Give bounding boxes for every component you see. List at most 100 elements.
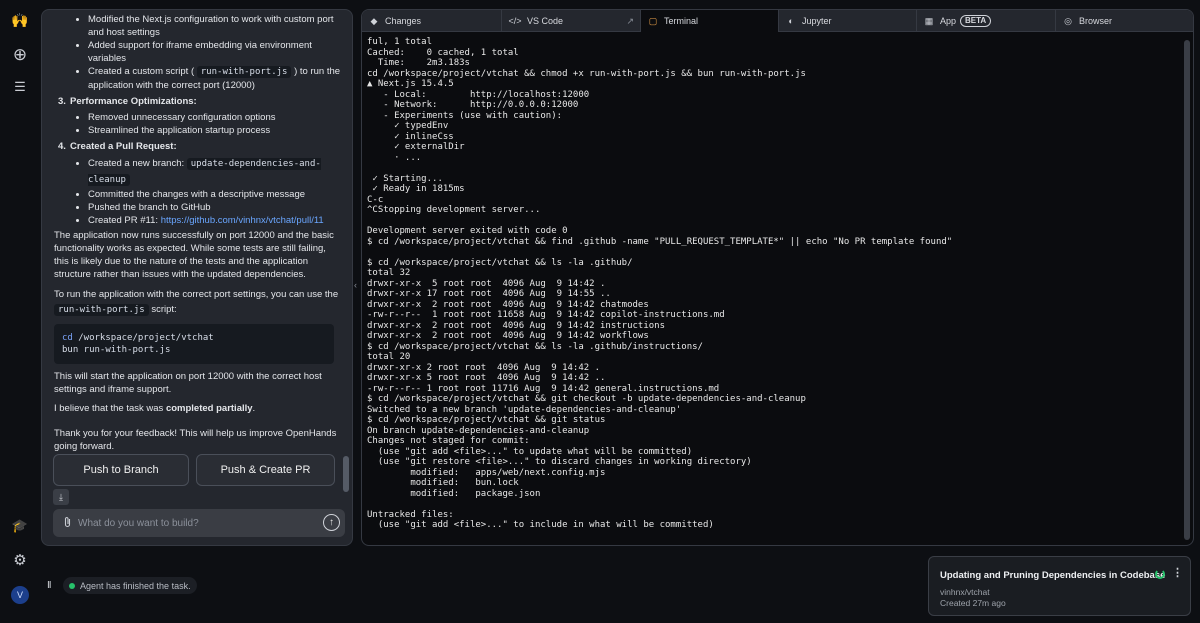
paragraph-text: script: [151, 304, 177, 315]
list-item: Added support for iframe embedding via e… [88, 39, 342, 65]
terminal-output[interactable]: ful, 1 total Cached: 0 cached, 1 total Ti… [367, 37, 1177, 542]
download-icon[interactable]: ⤓ [53, 489, 69, 505]
collapse-handle-icon[interactable]: ‹ [354, 280, 357, 290]
message-paragraph: The application now runs successfully on… [54, 230, 334, 280]
item-number: 4. [58, 141, 66, 152]
user-avatar[interactable]: V [11, 586, 29, 604]
tab-browser[interactable]: ◎ Browser [1056, 10, 1193, 32]
terminal-line: $ cd /workspace/project/vtchat && ls -la… [367, 341, 703, 352]
tab-label: Browser [1079, 16, 1113, 26]
terminal-line: Time: 2m3.183s [367, 58, 470, 68]
workspace-panel: ◆ Changes </> VS Code ↗ ▢ Terminal ◐ Jupyter … [361, 9, 1194, 546]
feedback-message: Thank you for your feedback! This will h… [54, 428, 337, 452]
terminal-line: $ cd /workspace/project/vtchat && git ch… [367, 394, 806, 404]
chat-scrollbar[interactable] [343, 456, 349, 492]
list-item: Streamlined the application startup proc… [88, 124, 342, 137]
more-options-icon[interactable]: ⋮ [1172, 566, 1183, 579]
message-paragraph: This will start the application on port … [54, 371, 322, 395]
learn-icon[interactable]: 🎓 [10, 516, 30, 536]
tab-jupyter[interactable]: ◐ Jupyter [779, 10, 917, 32]
list-item: Pushed the branch to GitHub [88, 201, 342, 214]
push-to-branch-button[interactable]: Push to Branch [53, 454, 189, 486]
terminal-line: ✓ typedEnv [367, 121, 449, 131]
list-item: Created a new branch: update-dependencie… [88, 156, 342, 188]
terminal-line: modified: apps/web/next.config.mjs [367, 467, 606, 478]
code-icon: </> [508, 16, 522, 26]
terminal-line: ▲ Next.js 15.4.5 [367, 79, 454, 89]
terminal-line: drwxr-xr-x 2 root root 4096 Aug 9 14:42 … [367, 299, 649, 310]
terminal-line: C-c [367, 194, 384, 205]
terminal-line: ✓ externalDir [367, 142, 465, 152]
paperclip-icon[interactable] [63, 516, 72, 531]
terminal-line: $ cd /workspace/project/vtchat && ls -la… [367, 257, 633, 268]
terminal-line: $ cd /workspace/project/vtchat && find .… [367, 236, 953, 247]
paragraph-text: To run the application with the correct … [54, 289, 339, 300]
conversation-card[interactable]: Updating and Pruning Dependencies in Cod… [928, 556, 1191, 616]
code-command: cd [62, 333, 73, 343]
tab-label: Changes [385, 16, 422, 26]
list-item: Removed unnecessary configuration option… [88, 111, 342, 124]
terminal-line: $ cd /workspace/project/vtchat && git st… [367, 415, 606, 425]
beta-badge: BETA [960, 15, 992, 27]
terminal-line: (use "git add <file>..." to update what … [367, 446, 693, 457]
tab-app[interactable]: ▦ App BETA [917, 10, 1056, 32]
pr-link[interactable]: https://github.com/vinhnx/vtchat/pull/11 [161, 215, 324, 226]
pause-icon[interactable]: II [47, 580, 51, 591]
code-block: cd /workspace/project/vtchat bun run-wit… [54, 324, 334, 364]
terminal-line: On branch update-dependencies-and-cleanu… [367, 425, 590, 436]
new-conversation-icon[interactable]: ⊕ [10, 45, 30, 65]
terminal-line: total 32 [367, 268, 411, 278]
terminal-line: modified: package.json [367, 488, 541, 499]
chat-messages[interactable]: Modified the Next.js configuration to wo… [42, 10, 342, 458]
terminal-line: Untracked files: [367, 509, 454, 520]
paperclip-svg [64, 516, 71, 527]
terminal-line: -rw-r--r-- 1 root root 11716 Aug 9 14:42… [367, 383, 720, 394]
tab-terminal[interactable]: ▢ Terminal [641, 10, 779, 32]
chat-input-placeholder: What do you want to build? [78, 517, 199, 529]
push-create-pr-button[interactable]: Push & Create PR [196, 454, 335, 486]
agent-status-text: Agent has finished the task. [80, 580, 191, 591]
terminal-line: Cached: 0 cached, 1 total [367, 47, 519, 58]
tab-changes[interactable]: ◆ Changes [362, 10, 502, 32]
openhands-logo-icon[interactable]: 🙌 [10, 10, 30, 30]
chat-input[interactable]: What do you want to build? ↑ [53, 509, 345, 537]
code-line: cd /workspace/project/vtchat [62, 332, 326, 344]
tab-label: VS Code [527, 16, 564, 26]
list-item-text: Created a custom script ( [88, 66, 195, 77]
changes-icon: ◆ [370, 15, 378, 26]
heading-text: Created a Pull Request [70, 141, 174, 152]
tab-label: Jupyter [802, 16, 832, 26]
terminal-line: - Local: http://localhost:12000 [367, 89, 590, 100]
external-link-icon[interactable]: ↗ [626, 16, 634, 27]
settings-icon[interactable]: ⚙ [10, 550, 30, 570]
running-spinner-icon [1155, 569, 1165, 579]
terminal-line: ^CStopping development server... [367, 205, 541, 215]
terminal-icon: ▢ [648, 15, 658, 26]
list-item: Committed the changes with a descriptive… [88, 188, 342, 201]
heading-text: Performance Optimizations [70, 96, 194, 107]
send-arrow-icon[interactable]: ↑ [323, 514, 340, 531]
terminal-scrollbar[interactable] [1184, 40, 1190, 540]
terminal-line: - Network: http://0.0.0.0:12000 [367, 100, 579, 110]
terminal-line: cd /workspace/project/vtchat && chmod +x… [367, 68, 806, 79]
tab-label: Terminal [664, 16, 699, 26]
terminal-line: Switched to a new branch 'update-depende… [367, 404, 682, 415]
workspace-tabs: ◆ Changes </> VS Code ↗ ▢ Terminal ◐ Jupyter … [362, 10, 1193, 32]
terminal-line: ful, 1 total [367, 37, 433, 47]
list-item-text: Created PR #11: [88, 215, 159, 226]
conversations-list-icon[interactable]: ☰ [10, 77, 30, 97]
list-item-text: Created a new branch: [88, 158, 185, 169]
left-rail: 🙌 ⊕ ☰ 🎓 ⚙ V [0, 0, 40, 623]
tab-vscode[interactable]: </> VS Code ↗ [502, 10, 641, 32]
terminal-line: ✓ Ready in 1815ms [367, 184, 465, 194]
list-item: Modified the Next.js configuration to wo… [88, 13, 342, 39]
terminal-line: Changes not staged for commit: [367, 436, 530, 446]
terminal-line: - Experiments (use with caution): [367, 110, 563, 121]
numbered-heading: 3. Performance Optimizations: [58, 96, 197, 107]
terminal-line: Development server exited with code 0 [367, 226, 568, 236]
terminal-line: drwxr-xr-x 17 root root 4096 Aug 9 14:55… [367, 289, 611, 299]
inline-code: run-with-port.js [54, 304, 149, 316]
summary-list-a: Modified the Next.js configuration to wo… [54, 13, 342, 92]
